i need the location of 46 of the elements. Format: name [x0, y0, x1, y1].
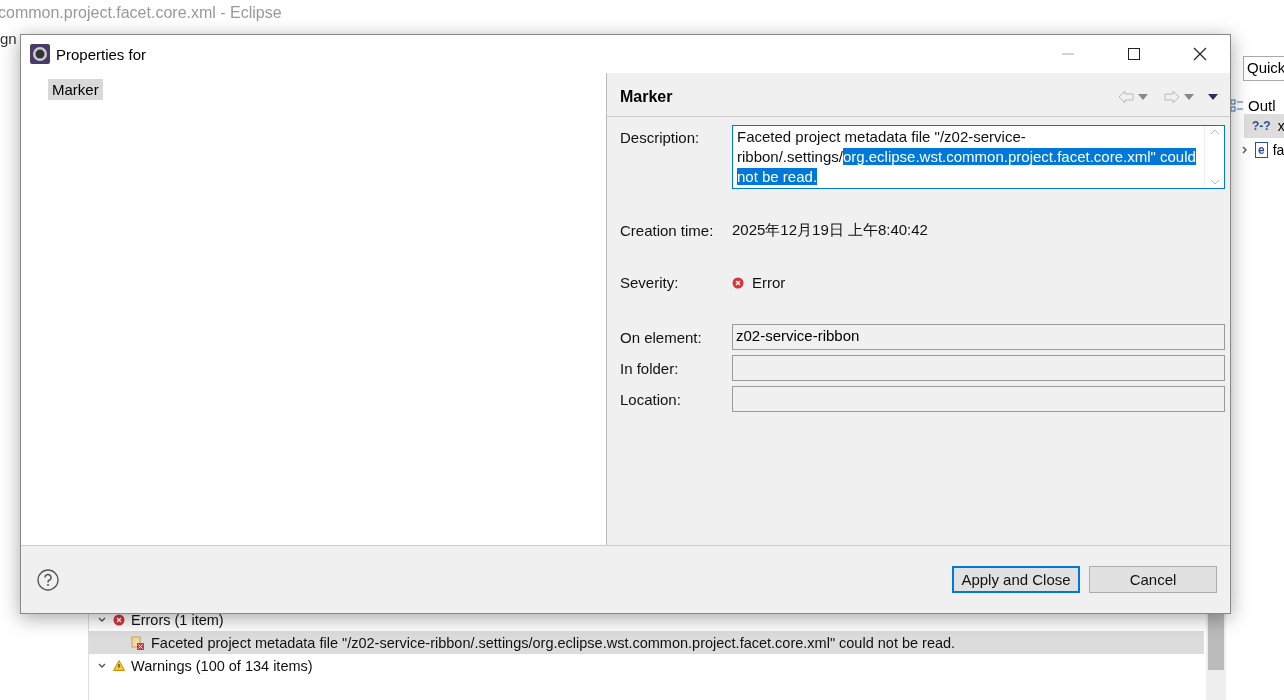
readonly-field[interactable]	[732, 355, 1225, 381]
file-error-icon	[131, 635, 145, 650]
close-icon	[1193, 47, 1207, 61]
gear-icon	[30, 44, 50, 64]
warning-icon	[113, 660, 125, 671]
dropdown-icon[interactable]	[1138, 93, 1148, 100]
scroll-up-icon[interactable]	[1209, 129, 1220, 135]
severity-value: Error	[752, 274, 786, 291]
outline-item-icon: ?-?	[1250, 119, 1273, 133]
outline-icon	[1230, 98, 1244, 113]
readonly-field[interactable]: z02-service-ribbon	[732, 324, 1225, 350]
help-icon[interactable]	[37, 568, 59, 591]
outline-item-label: x	[1277, 118, 1284, 134]
outline-tab[interactable]: Outl	[1230, 97, 1284, 114]
outline-item-label: fa	[1272, 142, 1284, 158]
field-label: Description:	[620, 129, 701, 146]
readonly-field[interactable]	[732, 386, 1225, 412]
field-label: Severity:	[620, 274, 680, 291]
scroll-down-icon[interactable]	[1209, 179, 1220, 185]
field-label: Creation time:	[620, 222, 715, 239]
outline-item[interactable]: ?-? x	[1244, 114, 1284, 138]
dialog-button[interactable]: Cancel	[1089, 566, 1217, 593]
tree-group-row[interactable]: Errors (1 item)	[89, 608, 1204, 631]
forward-arrow-icon[interactable]	[1164, 89, 1180, 104]
group-label: Warnings (100 of 134 items)	[131, 657, 313, 674]
maximize-icon	[1128, 48, 1140, 60]
dialog-title: Properties for	[56, 45, 148, 63]
view-menu-icon[interactable]	[1208, 93, 1218, 100]
menu-item[interactable]: gn	[0, 30, 17, 47]
problem-row[interactable]: Faceted project metadata file "/z02-service-ribbon/.settings/org.eclipse.wst.common.project.facet.core.xml" could not be read.	[89, 631, 1204, 654]
page-title: Marker	[620, 87, 673, 106]
tree-group-row[interactable]: Warnings (100 of 134 items)	[89, 654, 1204, 677]
dialog-button[interactable]: Apply and Close	[952, 566, 1080, 593]
error-icon	[113, 613, 125, 626]
problem-text: Faceted project metadata file "/z02-service-ribbon/.settings/org.eclipse.wst.common.project.facet.core.xml" could not be read.	[151, 634, 956, 651]
back-arrow-icon[interactable]	[1118, 89, 1134, 104]
nav-item[interactable]: Marker	[48, 79, 103, 100]
error-icon	[732, 276, 744, 289]
dropdown-icon[interactable]	[1184, 93, 1194, 100]
field-label: Location:	[620, 390, 682, 408]
field-label: In folder:	[620, 359, 680, 377]
outline-item[interactable]: e fa	[1240, 138, 1284, 162]
creation-time-value: 2025年12月19日 上午8:40:42	[732, 221, 929, 240]
group-label: Errors (1 item)	[131, 611, 224, 628]
field-label: On element:	[620, 328, 703, 346]
outline-item-icon: e	[1255, 142, 1268, 158]
